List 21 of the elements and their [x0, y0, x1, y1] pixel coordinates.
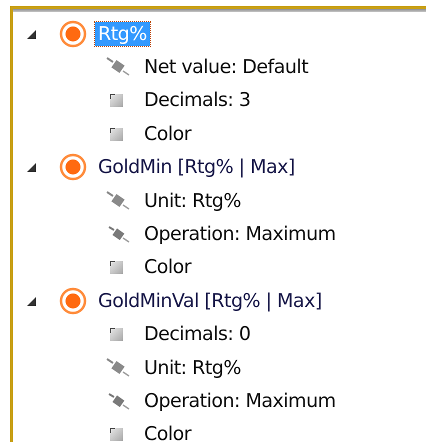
- tree-item[interactable]: Unit: Rtg%: [141, 356, 244, 380]
- tree-node[interactable]: GoldMin [Rtg% | Max]: [95, 155, 298, 180]
- tree-item[interactable]: Color: [141, 122, 194, 146]
- tree-item[interactable]: Net value: Default: [141, 55, 312, 80]
- expand-arrow-icon[interactable]: [25, 161, 37, 174]
- tree-item[interactable]: Operation: Maximum: [141, 222, 339, 246]
- tree-item[interactable]: Color: [141, 255, 194, 280]
- plug-icon: [105, 356, 131, 379]
- radio-circle-icon: [59, 20, 87, 48]
- tree-item[interactable]: Color: [141, 422, 194, 442]
- radio-circle-icon: [59, 286, 87, 315]
- tree-item[interactable]: Decimals: 3: [141, 88, 254, 112]
- expand-arrow-icon[interactable]: [25, 294, 37, 307]
- expand-arrow-icon[interactable]: [25, 28, 37, 40]
- tree-item[interactable]: Operation: Maximum: [141, 388, 339, 413]
- plug-icon: [105, 190, 131, 212]
- tree-node[interactable]: GoldMinVal [Rtg% | Max]: [95, 288, 325, 313]
- radio-circle-icon: [59, 153, 87, 182]
- plug-icon: [105, 56, 131, 78]
- tree-item[interactable]: Decimals: 0: [141, 322, 254, 346]
- tree-item[interactable]: Unit: Rtg%: [141, 188, 244, 213]
